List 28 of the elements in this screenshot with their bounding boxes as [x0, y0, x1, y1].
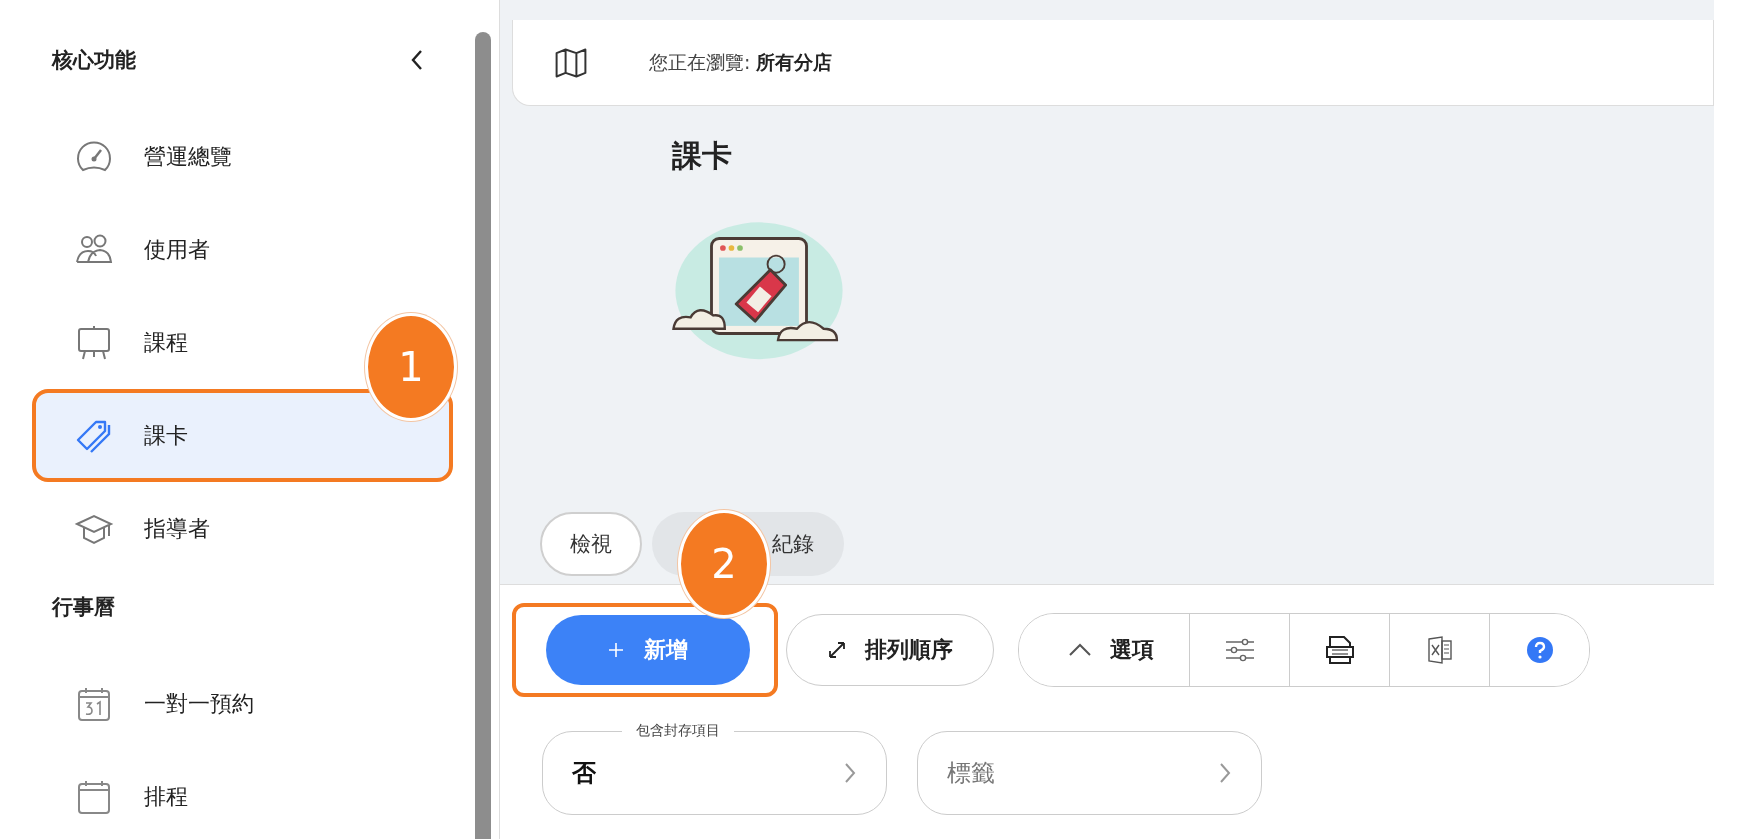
chevron-up-icon — [1068, 642, 1092, 658]
section-title: 行事曆 — [52, 594, 115, 621]
filter-field[interactable]: 標籤 — [917, 719, 1262, 815]
page-title: 課卡 — [672, 137, 733, 175]
chevron-right-icon — [1218, 761, 1232, 785]
sidebar-item[interactable]: 指導者 — [32, 482, 230, 575]
step-badge: 1 — [365, 313, 457, 421]
help-button[interactable] — [1489, 614, 1589, 686]
plus-icon — [608, 642, 624, 658]
sidebar-item[interactable]: 課卡 — [32, 389, 453, 482]
sidebar-item[interactable]: 排程 — [32, 750, 208, 839]
tab[interactable]: 檢視 — [540, 512, 642, 576]
branch-text: 您正在瀏覽: 所有分店 — [649, 49, 833, 75]
sidebar-item[interactable]: 使用者 — [32, 203, 230, 296]
add-button[interactable]: 新增 — [546, 615, 750, 685]
field-label: 包含封存項目 — [622, 720, 734, 740]
resize-icon — [827, 640, 847, 660]
filter-field[interactable]: 包含封存項目 否 — [542, 719, 887, 815]
sidebar-item[interactable]: 營運總覽 — [32, 110, 252, 203]
sidebar-item[interactable]: 課程 — [32, 296, 208, 389]
sort-button[interactable]: 排列順序 — [786, 614, 994, 686]
collapse-icon[interactable] — [409, 48, 425, 72]
section-title: 核心功能 — [52, 47, 136, 74]
step-badge: 2 — [678, 510, 770, 618]
chevron-right-icon — [843, 761, 857, 785]
sidebar-item[interactable]: 一對一預約 — [32, 657, 274, 750]
help-icon — [1525, 636, 1554, 664]
sliders-icon — [1224, 637, 1255, 663]
